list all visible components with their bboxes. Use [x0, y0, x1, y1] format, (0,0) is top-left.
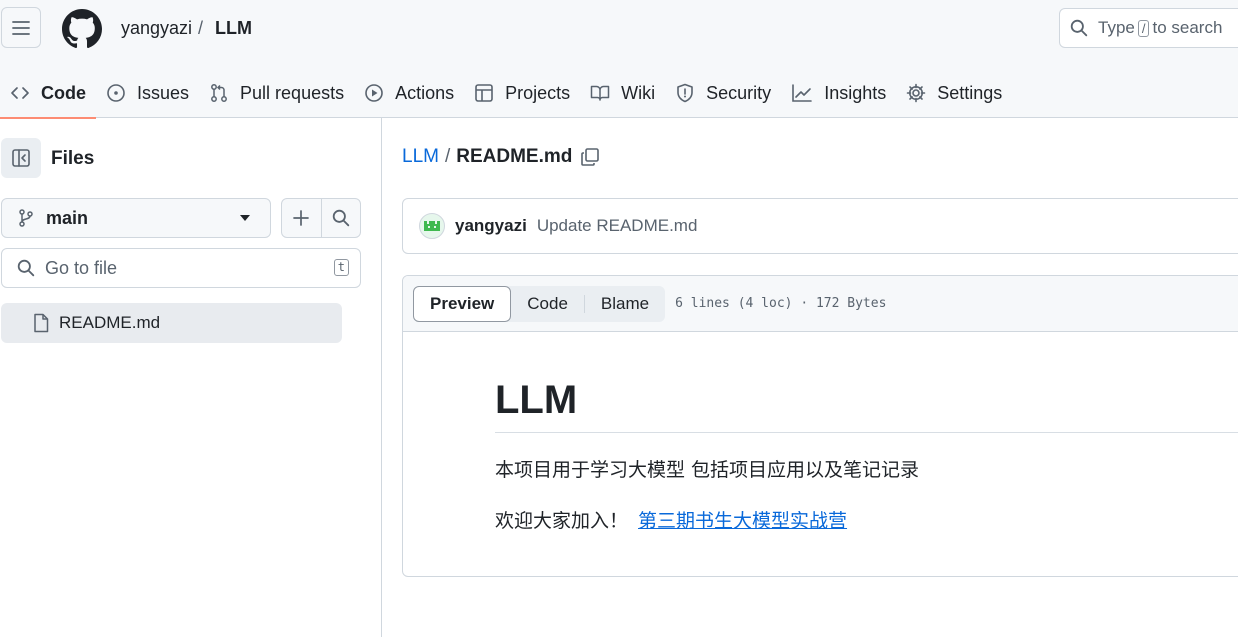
file-tree-sidebar: Files main Go to file t README.md [0, 118, 382, 637]
global-search-input[interactable]: Type / to search [1059, 8, 1238, 48]
repo-name-link[interactable]: LLM [215, 18, 252, 39]
search-icon [332, 209, 350, 227]
preview-tab[interactable]: Preview [413, 285, 512, 322]
commit-author-link[interactable]: yangyazi [455, 216, 527, 236]
play-icon [365, 84, 383, 102]
tab-projects[interactable]: Projects [464, 68, 580, 118]
search-suffix: to search [1152, 18, 1223, 37]
code-icon [11, 87, 29, 99]
file-tree-item[interactable]: README.md [1, 303, 342, 343]
file-tree-item-label: README.md [59, 313, 161, 332]
branch-name: main [46, 207, 89, 228]
collapse-sidebar-button[interactable] [1, 138, 41, 178]
commit-message-link[interactable]: Update README.md [537, 216, 698, 236]
breadcrumb-file: README.md [456, 146, 573, 167]
readme-camp-link[interactable]: 第三期书生大模型实战营 [638, 510, 847, 532]
branch-selector-button[interactable]: main [1, 198, 271, 238]
tab-pull-requests[interactable]: Pull requests [199, 68, 354, 118]
plus-icon [293, 210, 310, 226]
tab-issues[interactable]: Issues [96, 68, 199, 118]
view-mode-switch: Preview Code Blame [413, 285, 666, 322]
tab-projects-label: Projects [505, 82, 571, 103]
files-heading: Files [51, 148, 95, 169]
graph-icon [792, 84, 812, 102]
search-prefix: Type [1098, 18, 1135, 37]
avatar[interactable] [419, 213, 445, 239]
repo-owner-link[interactable]: yangyazi [121, 18, 192, 39]
chevron-down-icon [240, 215, 250, 221]
breadcrumb: LLM / README.md [402, 146, 600, 168]
breadcrumb-separator: / [444, 146, 451, 167]
latest-commit-box: yangyazi Update README.md [402, 198, 1238, 254]
tab-wiki[interactable]: Wiki [580, 68, 665, 118]
code-tab[interactable]: Code [511, 286, 584, 322]
book-icon [590, 85, 610, 101]
file-meta-info: 6 lines (4 loc) · 172 Bytes [675, 296, 887, 311]
tab-wiki-label: Wiki [621, 82, 656, 103]
repo-header: yangyazi / LLM Type / to search Code Issue… [0, 0, 1238, 119]
readme-content: LLM 本项目用于学习大模型 包括项目应用以及笔记记录 欢迎大家加入！ 第三期书生… [495, 376, 1238, 533]
tab-code[interactable]: Code [0, 68, 96, 119]
tab-issues-label: Issues [137, 82, 190, 103]
add-file-button[interactable] [282, 199, 321, 237]
blame-tab[interactable]: Blame [585, 286, 665, 322]
file-viewer-header: Preview Code Blame 6 lines (4 loc) · 172… [403, 276, 1238, 332]
readme-heading: LLM [495, 376, 1238, 433]
hamburger-icon [12, 20, 30, 35]
file-viewer: Preview Code Blame 6 lines (4 loc) · 172… [402, 275, 1238, 577]
tab-insights[interactable]: Insights [781, 68, 896, 118]
tab-pull-requests-label: Pull requests [240, 82, 345, 103]
readme-paragraph-2: 欢迎大家加入！ 第三期书生大模型实战营 [495, 506, 1238, 533]
tab-settings-label: Settings [937, 82, 1003, 103]
file-icon [34, 313, 49, 333]
tab-actions[interactable]: Actions [354, 68, 464, 118]
shield-icon [677, 83, 693, 103]
repo-nav: Code Issues Pull requests Actions Projec… [0, 68, 1012, 119]
search-icon [17, 259, 35, 277]
tab-code-label: Code [41, 82, 86, 103]
identicon-icon [424, 221, 440, 231]
tab-security[interactable]: Security [665, 68, 781, 118]
github-logo-icon[interactable] [62, 9, 102, 49]
readme-paragraph: 本项目用于学习大模型 包括项目应用以及笔记记录 [495, 459, 920, 481]
tab-security-label: Security [706, 82, 772, 103]
search-files-button[interactable] [320, 199, 360, 237]
go-to-file-shortcut: t [333, 259, 349, 276]
tab-insights-label: Insights [824, 82, 887, 103]
readme-welcome-text: 欢迎大家加入！ [495, 510, 629, 532]
go-to-file-input[interactable]: Go to file t [1, 248, 361, 288]
search-shortcut-key: / [1137, 20, 1150, 37]
git-branch-icon [19, 209, 33, 227]
owner-repo-separator: / [198, 18, 204, 38]
search-icon [1070, 19, 1088, 37]
tab-settings[interactable]: Settings [896, 68, 1012, 118]
table-icon [475, 84, 493, 102]
git-pull-request-icon [211, 84, 227, 102]
tab-actions-label: Actions [395, 82, 455, 103]
copy-icon[interactable] [580, 147, 600, 167]
sidebar-collapse-icon [12, 149, 30, 167]
issue-opened-icon [107, 84, 125, 102]
gear-icon [906, 83, 926, 103]
breadcrumb-repo-link[interactable]: LLM [402, 146, 439, 168]
hamburger-menu-button[interactable] [1, 7, 41, 48]
file-actions-group [281, 198, 361, 238]
go-to-file-placeholder: Go to file [45, 257, 118, 278]
